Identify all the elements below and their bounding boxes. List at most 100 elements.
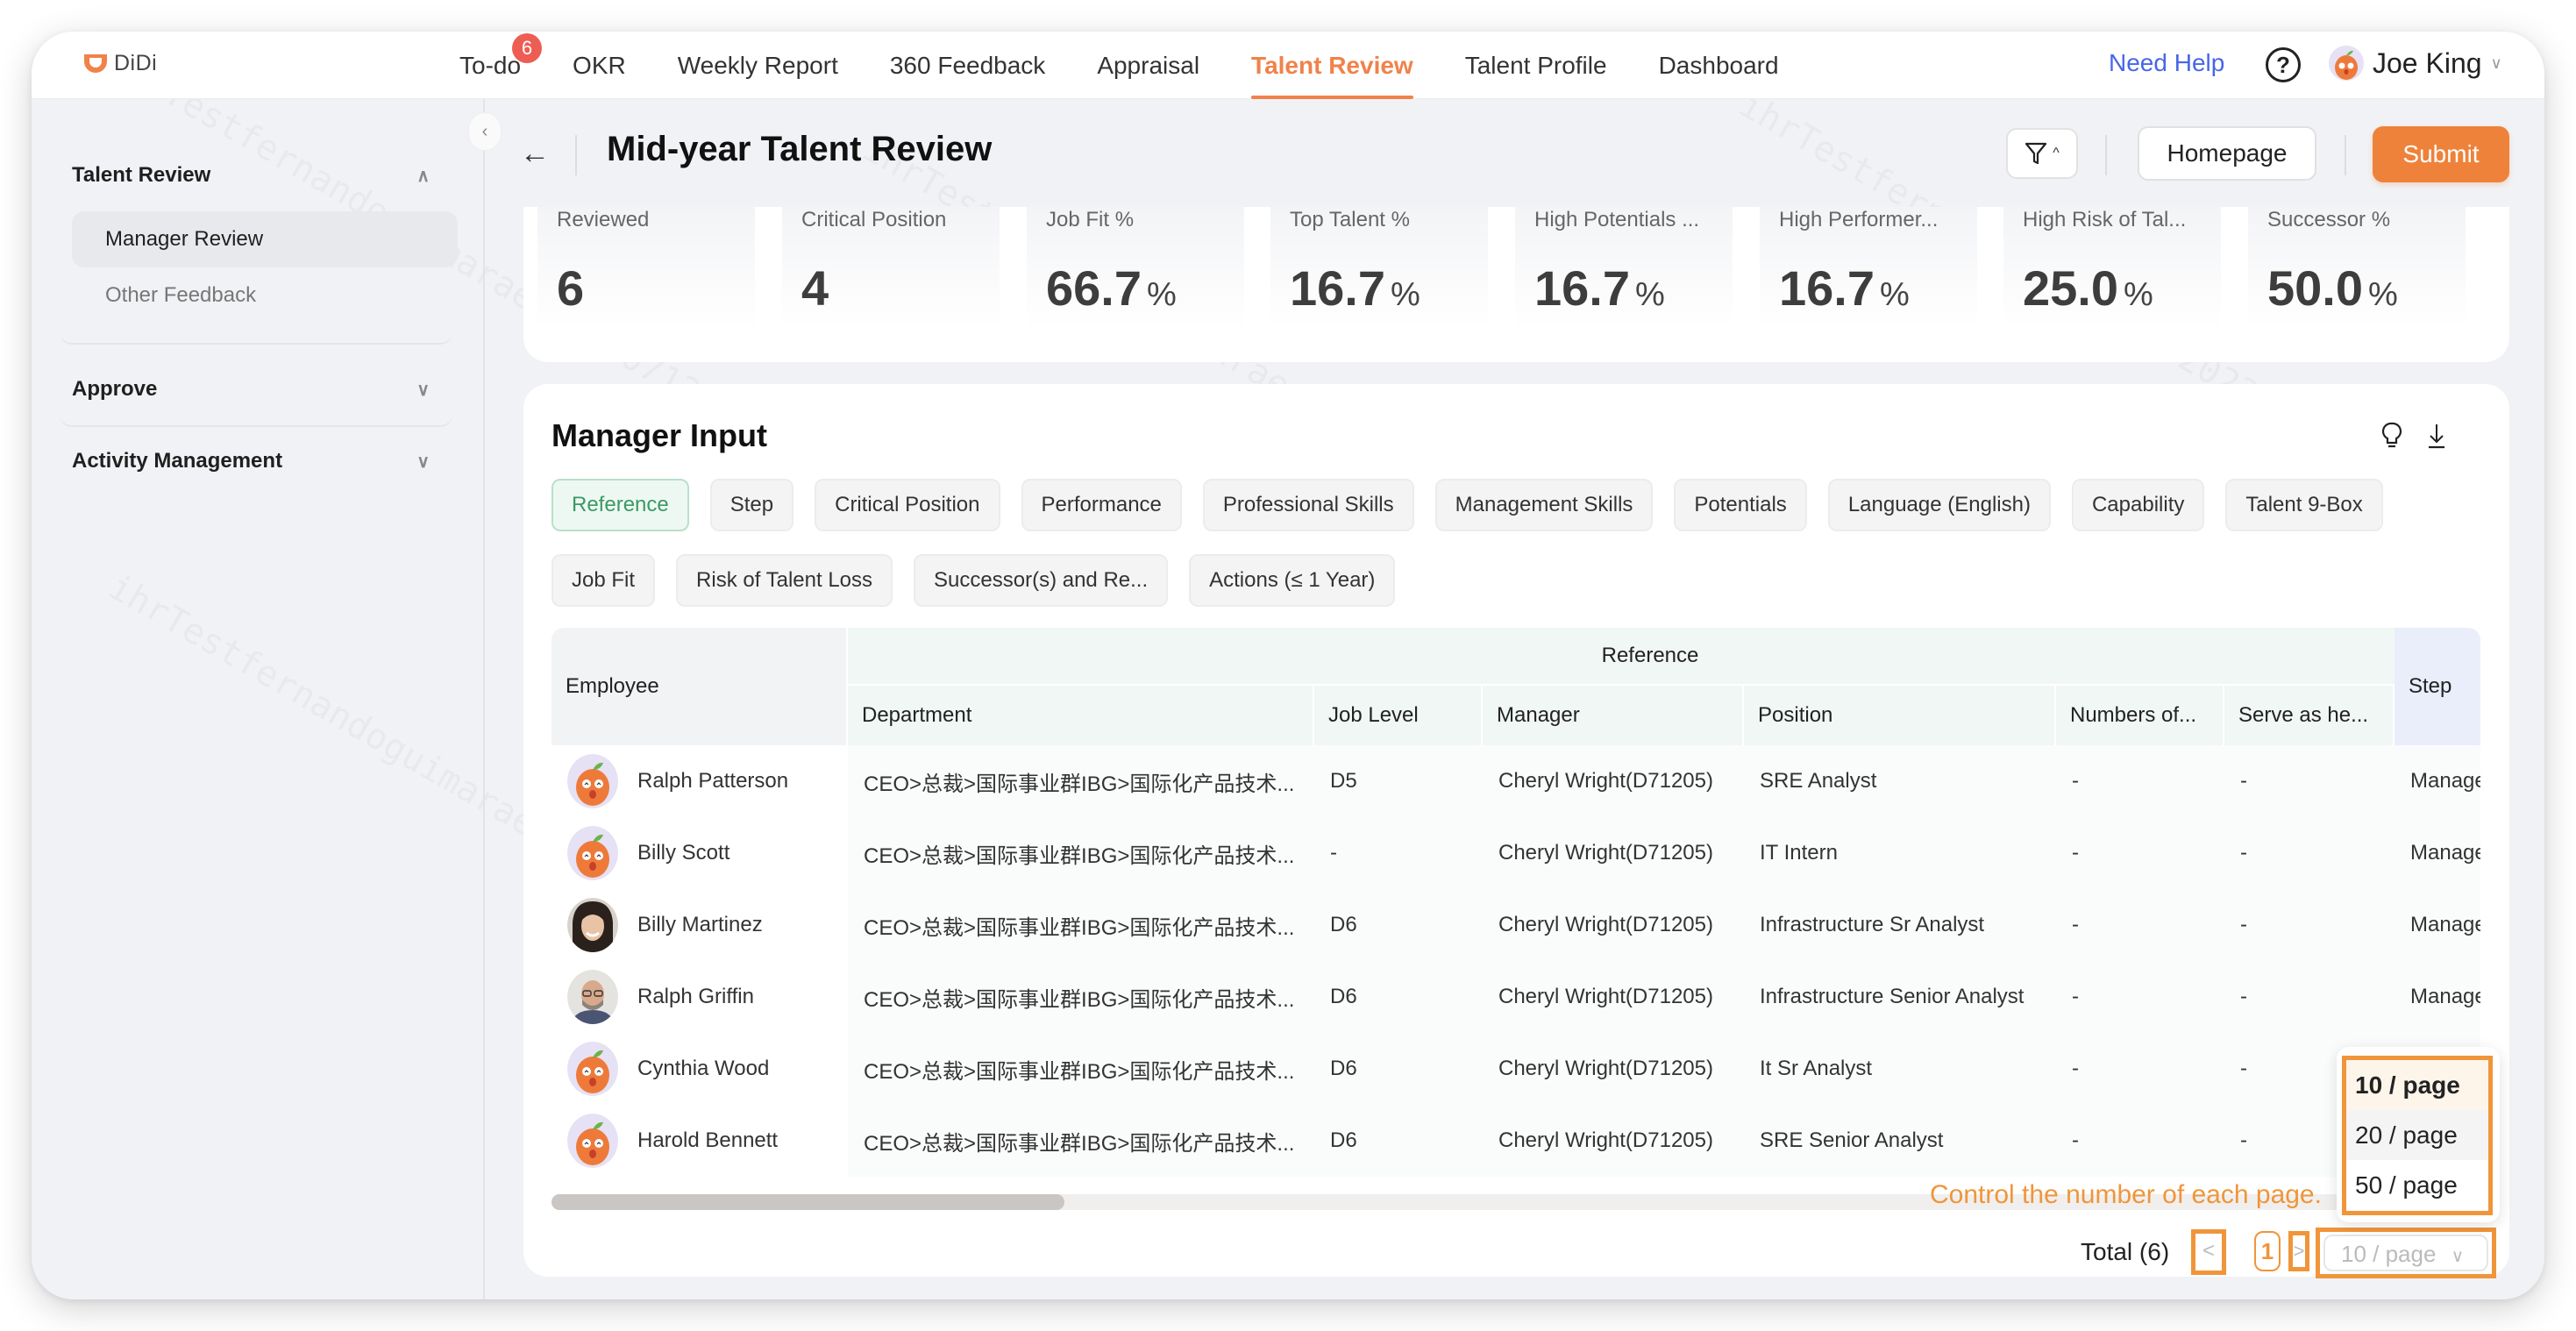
cell-serve-as-head: - xyxy=(2240,841,2247,865)
tab-performance[interactable]: Performance xyxy=(1021,479,1182,531)
question-circle-icon[interactable]: ? xyxy=(2266,47,2301,82)
divider xyxy=(2105,135,2107,175)
stat-number: 66.7 xyxy=(1046,260,1142,316)
cell-position: Infrastructure Senior Analyst xyxy=(1760,985,2025,1008)
nav-item-360-feedback[interactable]: 360 Feedback xyxy=(890,32,1045,99)
nav-item-appraisal[interactable]: Appraisal xyxy=(1097,32,1199,99)
sidebar-group-label: Activity Management xyxy=(72,449,283,473)
cell-employee[interactable]: Ralph Patterson xyxy=(551,745,848,817)
employee-name: Cynthia Wood xyxy=(637,1057,770,1080)
column-group-header-reference: Reference xyxy=(848,628,2452,684)
cell-position: IT Intern xyxy=(1760,841,1838,865)
download-icon[interactable] xyxy=(2426,421,2447,451)
chevron-right-icon: > xyxy=(2293,1240,2305,1262)
nav-item-talent-review[interactable]: Talent Review xyxy=(1251,32,1413,99)
stat-unit: % xyxy=(2124,276,2153,313)
next-page-button[interactable]: > xyxy=(2288,1231,2309,1271)
tab-language-english[interactable]: Language (English) xyxy=(1827,479,2051,531)
stat-label: High Performer... xyxy=(1779,208,1939,231)
employee-name: Ralph Patterson xyxy=(637,769,789,793)
employee-name: Ralph Griffin xyxy=(637,985,754,1008)
tab-capability[interactable]: Capability xyxy=(2071,479,2205,531)
section-title: Manager Input xyxy=(551,417,768,453)
prev-page-button[interactable]: < xyxy=(2191,1229,2226,1275)
employee-avatar xyxy=(567,898,618,952)
sidebar-group-header[interactable]: Activity Management ∨ xyxy=(60,425,452,497)
user-menu[interactable]: Joe King ∨ xyxy=(2329,46,2502,81)
stat-high-potentials: High Potentials ... 16.7% xyxy=(1515,207,1733,330)
cell-job-level: D6 xyxy=(1330,1128,1357,1152)
tab-successors[interactable]: Successor(s) and Re... xyxy=(914,554,1169,607)
sidebar-group-header[interactable]: Talent Review ∧ xyxy=(60,139,452,211)
sidebar-group-talent-review: Talent Review ∧ Manager Review Other Fee… xyxy=(60,139,458,345)
nav-item-dashboard[interactable]: Dashboard xyxy=(1659,32,1779,99)
stat-label: Top Talent % xyxy=(1290,208,1410,231)
cell-employee[interactable]: Billy Scott xyxy=(551,817,848,889)
tab-talent-9-box[interactable]: Talent 9-Box xyxy=(2225,479,2383,531)
nav-item-talent-profile[interactable]: Talent Profile xyxy=(1465,32,1607,99)
stat-number: 16.7 xyxy=(1534,260,1630,316)
column-header-serve-as-head: Serve as he... xyxy=(2224,686,2393,745)
didi-logo[interactable]: DiDi xyxy=(82,51,157,76)
column-header-manager: Manager xyxy=(1483,686,1742,745)
table-row[interactable]: Harold Bennett CEO>总裁>国际事业群IBG>国际化产品技术...… xyxy=(551,1105,2480,1177)
cell-job-level: - xyxy=(1330,841,1337,865)
page-size-option-50[interactable]: 50 / page xyxy=(2346,1160,2488,1210)
stat-successor: Successor % 50.0% xyxy=(2248,207,2466,330)
tab-risk-of-talent-loss[interactable]: Risk of Talent Loss xyxy=(676,554,893,607)
cell-job-level: D6 xyxy=(1330,1057,1357,1080)
column-header-department: Department xyxy=(848,686,1313,745)
page-1-button[interactable]: 1 xyxy=(2254,1231,2281,1271)
back-arrow-icon[interactable]: ← xyxy=(520,137,550,171)
cell-employee[interactable]: Billy Martinez xyxy=(551,889,848,961)
sidebar-group-header[interactable]: Approve ∨ xyxy=(60,353,452,425)
employee-name: Harold Bennett xyxy=(637,1128,779,1152)
didi-logo-icon xyxy=(84,53,107,73)
table-row[interactable]: Ralph Griffin CEO>总裁>国际事业群IBG>国际化产品技术... D… xyxy=(551,961,2480,1033)
cell-employee[interactable]: Cynthia Wood xyxy=(551,1033,848,1105)
tab-critical-position[interactable]: Critical Position xyxy=(815,479,1000,531)
cell-manager: Cheryl Wright(D71205) xyxy=(1498,1057,1713,1080)
collapse-sidebar-button[interactable]: ‹ xyxy=(468,112,502,151)
cell-employee[interactable]: Harold Bennett xyxy=(551,1105,848,1177)
nav-item-todo[interactable]: To-do 6 xyxy=(459,32,543,99)
cell-job-level: D6 xyxy=(1330,913,1357,936)
table-row[interactable]: Cynthia Wood CEO>总裁>国际事业群IBG>国际化产品技术... D6… xyxy=(551,1033,2480,1105)
nav-item-weekly-report[interactable]: Weekly Report xyxy=(678,32,838,99)
lightbulb-icon[interactable] xyxy=(2380,421,2403,451)
page-size-option-20[interactable]: 20 / page xyxy=(2346,1110,2488,1160)
cell-department: CEO>总裁>国际事业群IBG>国际化产品技术... xyxy=(864,772,1295,796)
homepage-button[interactable]: Homepage xyxy=(2138,126,2316,181)
column-header-position: Position xyxy=(1744,686,2054,745)
table-row[interactable]: Ralph Patterson CEO>总裁>国际事业群IBG>国际化产品技术..… xyxy=(551,745,2480,817)
tab-reference[interactable]: Reference xyxy=(551,479,689,531)
filter-toggle-button[interactable]: ^ xyxy=(2006,128,2078,179)
cell-employee[interactable]: Ralph Griffin xyxy=(551,961,848,1033)
page-size-option-10[interactable]: 10 / page xyxy=(2346,1060,2488,1110)
table-row[interactable]: Billy Martinez CEO>总裁>国际事业群IBG>国际化产品技术...… xyxy=(551,889,2480,961)
tab-professional-skills[interactable]: Professional Skills xyxy=(1202,479,1414,531)
cell-position: It Sr Analyst xyxy=(1760,1057,1873,1080)
nav-item-okr[interactable]: OKR xyxy=(573,32,626,99)
chevron-down-icon: ∨ xyxy=(416,380,430,400)
sidebar-item-other-feedback[interactable]: Other Feedback xyxy=(72,267,458,324)
stat-number: 25.0 xyxy=(2023,260,2118,316)
chevron-down-icon: ∨ xyxy=(416,452,430,472)
tab-management-skills[interactable]: Management Skills xyxy=(1434,479,1654,531)
stat-unit: % xyxy=(1147,276,1177,313)
page-size-select[interactable]: 10 / page ∨ xyxy=(2316,1228,2496,1278)
logo-text: DiDi xyxy=(114,51,158,75)
tab-job-fit[interactable]: Job Fit xyxy=(551,554,656,607)
stat-unit: % xyxy=(1880,276,1910,313)
page-title: Mid-year Talent Review xyxy=(607,130,993,168)
scrollbar-thumb[interactable] xyxy=(551,1194,1064,1210)
tab-actions[interactable]: Actions (≤ 1 Year) xyxy=(1189,554,1396,607)
nav-item-label: To-do xyxy=(459,52,522,79)
need-help-link[interactable]: Need Help xyxy=(2109,49,2224,77)
submit-button[interactable]: Submit xyxy=(2373,126,2509,182)
sidebar-item-manager-review[interactable]: Manager Review xyxy=(72,211,458,267)
tab-step[interactable]: Step xyxy=(709,479,794,531)
table-row[interactable]: Billy Scott CEO>总裁>国际事业群IBG>国际化产品技术... - Ch… xyxy=(551,817,2480,889)
tab-potentials[interactable]: Potentials xyxy=(1674,479,1807,531)
highlight-box: 10 / page 20 / page 50 / page xyxy=(2342,1056,2493,1215)
